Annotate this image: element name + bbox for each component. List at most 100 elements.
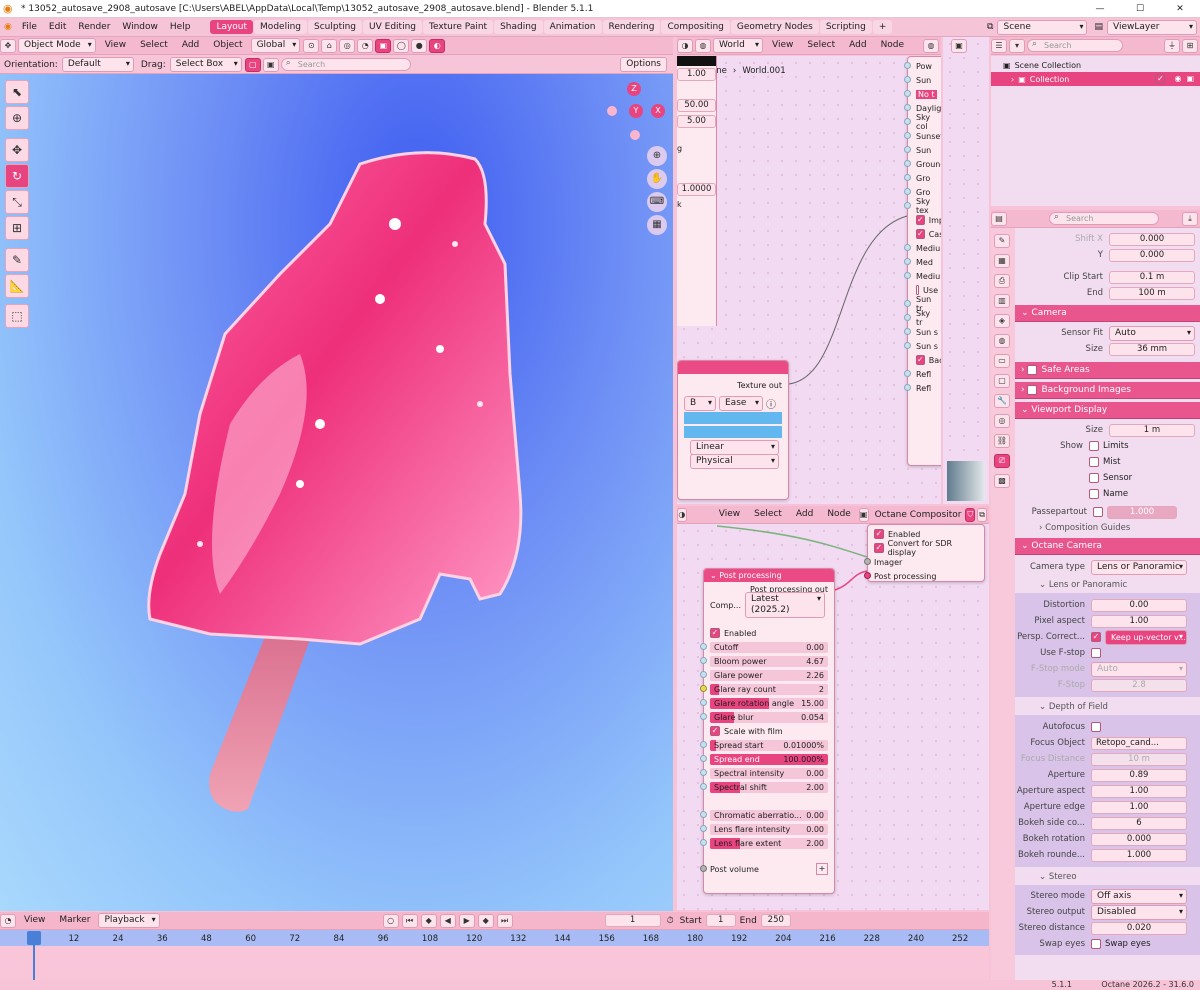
drag-dropdown[interactable]: Select Box bbox=[169, 57, 242, 72]
move-tool-icon[interactable]: ✥ bbox=[5, 138, 29, 162]
param-slider[interactable]: Spread end 100.000% bbox=[710, 753, 828, 765]
stereo-distance-field[interactable]: 0.020 bbox=[1091, 921, 1187, 935]
display-size-field[interactable]: 1 m bbox=[1109, 423, 1195, 437]
input-socket[interactable] bbox=[700, 811, 707, 818]
tab-geometry-nodes[interactable]: Geometry Nodes bbox=[730, 20, 819, 34]
camera-panel-header[interactable]: ⌄ Camera bbox=[1015, 305, 1200, 322]
cursor-tool-icon[interactable]: ⊕ bbox=[5, 106, 29, 130]
tab-layout[interactable]: Layout bbox=[210, 20, 254, 34]
use-fstop-checkbox[interactable] bbox=[1091, 648, 1101, 658]
fstop-field[interactable]: 2.8 bbox=[1091, 678, 1187, 692]
compositor-tree-icon[interactable]: ▣ bbox=[858, 507, 869, 522]
input-socket[interactable] bbox=[700, 825, 707, 832]
post-param-row[interactable]: Lens flare extent 2.00 bbox=[700, 836, 834, 850]
passepartout-field[interactable]: 1.000 bbox=[1107, 505, 1177, 519]
shader-select-menu[interactable]: Select bbox=[801, 38, 841, 53]
post-param-row[interactable]: Chromatic aberratio... 0.00 bbox=[700, 808, 834, 822]
post-param-row[interactable]: Bloom power 4.67 bbox=[700, 654, 834, 668]
tool-tab-icon[interactable]: ✎ bbox=[994, 234, 1010, 248]
shift-x-field[interactable]: 0.000 bbox=[1109, 232, 1195, 246]
camera-view-icon[interactable]: ⌨ bbox=[647, 192, 667, 212]
camera-render-icon[interactable]: ▣ bbox=[1186, 74, 1194, 84]
mode-selector[interactable]: Object Mode bbox=[18, 38, 96, 53]
collection-tab-icon[interactable]: ▭ bbox=[994, 354, 1010, 368]
param-slider[interactable]: Bloom power 4.67 bbox=[710, 655, 828, 667]
viewport-display-header[interactable]: ⌄ Viewport Display bbox=[1015, 402, 1200, 419]
post-param-row[interactable]: Spectral intensity 0.00 bbox=[700, 766, 834, 780]
compositor-node-menu[interactable]: Node bbox=[821, 507, 857, 522]
input-socket[interactable] bbox=[700, 699, 707, 706]
measure-tool-icon[interactable]: 📐 bbox=[5, 274, 29, 298]
post-param-row[interactable]: Lens flare intensity 0.00 bbox=[700, 822, 834, 836]
tab-sculpting[interactable]: Sculpting bbox=[308, 20, 363, 34]
gizmo-z-axis[interactable]: Z bbox=[627, 82, 641, 96]
scene-collection-row[interactable]: ▣ Scene Collection bbox=[991, 58, 1200, 72]
compositor-view-menu[interactable]: View bbox=[713, 507, 746, 522]
transform-orientation[interactable]: Global bbox=[250, 38, 301, 53]
menu-help[interactable]: Help bbox=[164, 22, 197, 32]
editor-type-icon[interactable]: ✥ bbox=[0, 38, 16, 53]
outliner-search[interactable]: Search bbox=[1027, 39, 1123, 52]
viewport-search[interactable]: Search bbox=[280, 58, 411, 71]
select-extend-icon[interactable]: ▣ bbox=[262, 57, 279, 72]
convert-sdr-checkbox[interactable]: ✓ bbox=[874, 543, 884, 553]
tab-scripting[interactable]: Scripting bbox=[819, 20, 872, 34]
input-socket[interactable] bbox=[700, 741, 707, 748]
navigation-gizmo[interactable]: Z Y X bbox=[605, 82, 669, 146]
expand-arrow-icon[interactable]: › bbox=[1011, 75, 1014, 84]
distortion-field[interactable]: 0.00 bbox=[1091, 598, 1187, 612]
shader-node-editor[interactable]: Scene › World.001 1.00 50.00 5.00 g 1.00… bbox=[677, 56, 941, 504]
scale-tool-icon[interactable]: ⤡ bbox=[5, 190, 29, 214]
shading-rendered-icon[interactable]: ◐ bbox=[429, 38, 446, 53]
autofocus-checkbox[interactable] bbox=[1091, 722, 1101, 732]
input-socket[interactable] bbox=[700, 769, 707, 776]
shift-y-field[interactable]: 0.000 bbox=[1109, 248, 1195, 262]
aperture-field[interactable]: 0.89 bbox=[1091, 768, 1187, 782]
add-menu[interactable]: Add bbox=[176, 38, 205, 53]
outliner-type-icon[interactable]: ☰ bbox=[991, 38, 1007, 53]
stereo-subpanel[interactable]: ⌄ Stereo bbox=[1015, 869, 1200, 885]
properties-search[interactable]: Search bbox=[1049, 212, 1159, 225]
input-socket[interactable] bbox=[700, 839, 707, 846]
render-tab-icon[interactable]: ▦ bbox=[994, 254, 1010, 268]
input-socket[interactable] bbox=[700, 713, 707, 720]
param-slider[interactable]: Lens flare intensity 0.00 bbox=[710, 823, 828, 835]
transform-tool-icon[interactable]: ⊞ bbox=[5, 216, 29, 240]
param-slider[interactable]: Chromatic aberratio... 0.00 bbox=[710, 809, 828, 821]
scale-with-film-checkbox[interactable]: ✓ bbox=[710, 726, 720, 736]
tab-shading[interactable]: Shading bbox=[494, 20, 543, 34]
bokeh-roundedness-field[interactable]: 1.000 bbox=[1091, 848, 1187, 862]
post-param-row[interactable]: Glare rotation angle 15.00 bbox=[700, 696, 834, 710]
tab-texture-paint[interactable]: Texture Paint bbox=[422, 20, 494, 34]
object-tab-icon[interactable]: ▢ bbox=[994, 374, 1010, 388]
compatibility-dropdown[interactable]: Latest (2025.2) bbox=[744, 592, 825, 618]
input-socket[interactable] bbox=[700, 643, 707, 650]
imager-enabled-checkbox[interactable]: ✓ bbox=[874, 529, 884, 539]
pixel-aspect-field[interactable]: 1.00 bbox=[1091, 614, 1187, 628]
swap-eyes-checkbox[interactable] bbox=[1091, 939, 1101, 949]
post-param-row[interactable]: Glare blur 0.054 bbox=[700, 710, 834, 724]
param-slider[interactable]: Spread start 0.01000% bbox=[710, 739, 828, 751]
gizmo-y-axis[interactable]: Y bbox=[629, 104, 643, 118]
view-menu[interactable]: View bbox=[99, 38, 132, 53]
overlay-icon[interactable]: ◔ bbox=[357, 38, 374, 53]
passepartout-checkbox[interactable] bbox=[1093, 507, 1103, 517]
input-socket[interactable] bbox=[700, 685, 707, 692]
sensor-size-field[interactable]: 36 mm bbox=[1109, 342, 1195, 356]
post-param-row[interactable]: Spectral shift 2.00 bbox=[700, 780, 834, 794]
input-socket[interactable] bbox=[700, 671, 707, 678]
image-editor-type-icon[interactable]: ▣ bbox=[951, 39, 967, 53]
post-processing-node[interactable]: ⌄ Post processing Post processing out Co… bbox=[700, 568, 835, 894]
param-slider[interactable]: Glare rotation angle 15.00 bbox=[710, 697, 828, 709]
compositor-add-menu[interactable]: Add bbox=[790, 507, 819, 522]
daylight-environment-node[interactable]: Pow Sun No t Daylight Sky col Sunset Sun… bbox=[904, 56, 941, 466]
modifier-tab-icon[interactable]: 🔧 bbox=[994, 394, 1010, 408]
fstop-mode-dropdown[interactable]: Auto bbox=[1091, 661, 1187, 677]
shader-node-menu[interactable]: Node bbox=[875, 38, 911, 53]
sensor-checkbox[interactable] bbox=[1089, 473, 1099, 483]
scene-selector[interactable]: Scene bbox=[997, 19, 1088, 35]
tab-uv-editing[interactable]: UV Editing bbox=[363, 20, 422, 34]
menu-render[interactable]: Render bbox=[72, 22, 116, 32]
input-socket[interactable] bbox=[700, 783, 707, 790]
playhead[interactable] bbox=[27, 931, 41, 945]
